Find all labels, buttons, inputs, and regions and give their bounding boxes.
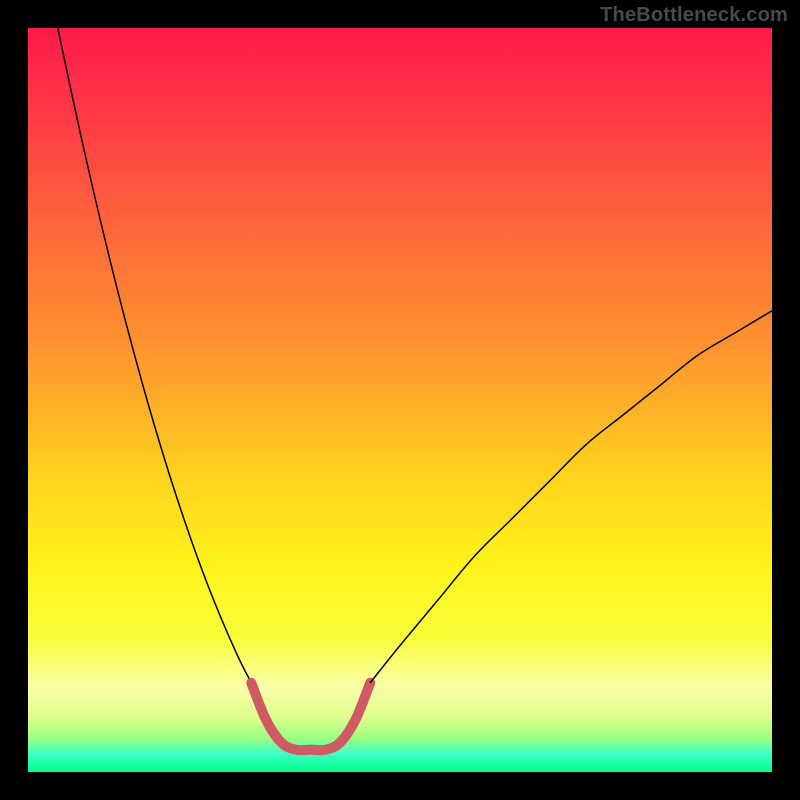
chart-frame: TheBottleneck.com bbox=[0, 0, 800, 800]
gradient-background bbox=[28, 28, 772, 772]
watermark-text: TheBottleneck.com bbox=[600, 4, 788, 27]
bottleneck-chart bbox=[28, 28, 772, 772]
plot-area bbox=[28, 28, 772, 772]
